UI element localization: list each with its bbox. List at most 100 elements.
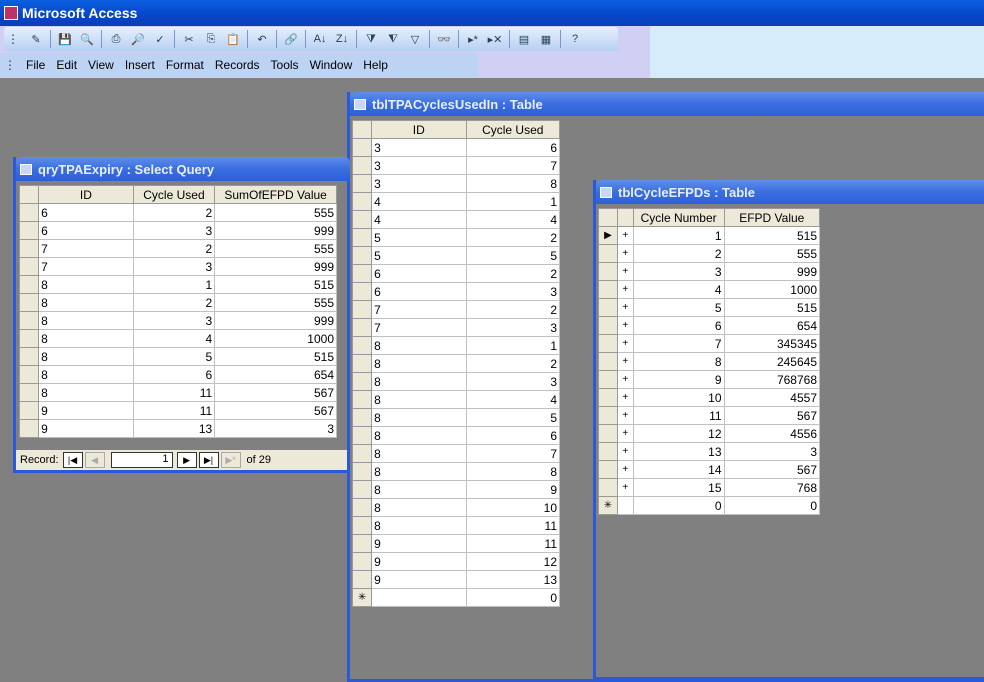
- table-row[interactable]: +12 4556: [598, 424, 821, 443]
- cell[interactable]: 11: [132, 401, 216, 420]
- cell[interactable]: 5: [465, 246, 561, 265]
- row-selector[interactable]: [351, 570, 373, 589]
- row-selector[interactable]: [351, 300, 373, 319]
- row-selector[interactable]: [598, 334, 618, 353]
- select-all[interactable]: [351, 120, 373, 139]
- table-row[interactable]: 82: [351, 354, 561, 373]
- row-selector[interactable]: [351, 372, 373, 391]
- cell[interactable]: 515: [214, 275, 337, 294]
- cell[interactable]: 7: [371, 318, 467, 337]
- table-row[interactable]: 8 5 515: [18, 347, 337, 366]
- cell[interactable]: 8: [38, 293, 134, 312]
- table-row[interactable]: 38: [351, 174, 561, 193]
- cell[interactable]: 6: [371, 282, 467, 301]
- row-selector[interactable]: [18, 293, 40, 312]
- cell[interactable]: 7: [465, 156, 561, 175]
- row-selector[interactable]: [351, 354, 373, 373]
- row-selector[interactable]: [351, 192, 373, 211]
- menu-view[interactable]: View: [88, 58, 114, 72]
- expand-icon[interactable]: +: [616, 424, 634, 443]
- query-window[interactable]: qryTPAExpiry : Select Query ID Cycle Used…: [13, 157, 353, 473]
- cell[interactable]: 555: [214, 293, 337, 312]
- expand-icon[interactable]: +: [616, 370, 634, 389]
- cell[interactable]: 3: [132, 257, 216, 276]
- cell[interactable]: 4: [371, 210, 467, 229]
- table-row[interactable]: 88: [351, 462, 561, 481]
- row-selector[interactable]: [351, 336, 373, 355]
- cell[interactable]: 3: [371, 156, 467, 175]
- expand-icon[interactable]: +: [616, 388, 634, 407]
- cell[interactable]: 11: [465, 516, 561, 535]
- file-search-icon[interactable]: 🔍: [78, 30, 96, 48]
- cell[interactable]: 8: [371, 426, 467, 445]
- table-row[interactable]: 73: [351, 318, 561, 337]
- row-selector[interactable]: [351, 282, 373, 301]
- row-selector[interactable]: [351, 318, 373, 337]
- menu-insert[interactable]: Insert: [125, 58, 155, 72]
- cell[interactable]: 6: [38, 221, 134, 240]
- cell[interactable]: 8: [371, 336, 467, 355]
- column-header[interactable]: Cycle Used: [465, 120, 561, 139]
- cell[interactable]: 8: [38, 347, 134, 366]
- sort-descending-icon[interactable]: Z↓: [333, 30, 351, 48]
- cell[interactable]: 567: [723, 460, 821, 479]
- cell[interactable]: 999: [214, 311, 337, 330]
- menu-file[interactable]: File: [26, 58, 45, 72]
- cell[interactable]: 9: [465, 480, 561, 499]
- cell[interactable]: 8: [371, 372, 467, 391]
- cell[interactable]: 9: [632, 370, 725, 389]
- cell[interactable]: 6: [465, 426, 561, 445]
- filter-by-selection-icon[interactable]: ⧩: [362, 30, 380, 48]
- row-selector[interactable]: [351, 174, 373, 193]
- table-row[interactable]: 8 2 555: [18, 293, 337, 312]
- cell[interactable]: 13: [632, 442, 725, 461]
- row-selector[interactable]: [598, 406, 618, 425]
- cell[interactable]: 2: [132, 203, 216, 222]
- row-selector[interactable]: [351, 156, 373, 175]
- cell[interactable]: 3: [371, 138, 467, 157]
- row-selector[interactable]: [598, 262, 618, 281]
- expand-icon[interactable]: +: [616, 406, 634, 425]
- filter-by-form-icon[interactable]: ⧨: [384, 30, 402, 48]
- row-selector[interactable]: [598, 298, 618, 317]
- cell[interactable]: 9: [38, 419, 134, 438]
- cell[interactable]: 10: [465, 498, 561, 517]
- expand-icon[interactable]: +: [616, 226, 634, 245]
- new-record-row[interactable]: ✳ 0 0: [598, 496, 821, 515]
- cell[interactable]: 8: [38, 383, 134, 402]
- row-selector[interactable]: [18, 347, 40, 366]
- table-row[interactable]: +11 567: [598, 406, 821, 425]
- table-row[interactable]: 9 11 567: [18, 401, 337, 420]
- row-selector[interactable]: [598, 424, 618, 443]
- cell[interactable]: 999: [214, 221, 337, 240]
- cut-icon[interactable]: ✂: [180, 30, 198, 48]
- cell[interactable]: 1000: [723, 280, 821, 299]
- cell[interactable]: 4556: [723, 424, 821, 443]
- cell[interactable]: 6: [632, 316, 725, 335]
- row-selector[interactable]: [351, 228, 373, 247]
- expand-icon[interactable]: +: [616, 280, 634, 299]
- cell[interactable]: 4: [371, 192, 467, 211]
- cell[interactable]: 1: [632, 226, 725, 245]
- cell[interactable]: 12: [632, 424, 725, 443]
- row-selector[interactable]: [598, 316, 618, 335]
- cell[interactable]: 2: [132, 239, 216, 258]
- table-row[interactable]: 85: [351, 408, 561, 427]
- expand-icon[interactable]: +: [616, 442, 634, 461]
- cell[interactable]: 8: [632, 352, 725, 371]
- cycles-used-datasheet[interactable]: ID Cycle Used 3 6 3 7 3 8 4 1 4 4 5 2 5 5 6 2 6 3 7 2 7 3 8 1 8 2 8 3…: [351, 120, 561, 607]
- row-selector[interactable]: [351, 444, 373, 463]
- window-title-bar[interactable]: tblCycleEFPDs : Table: [596, 180, 984, 204]
- menu-records[interactable]: Records: [215, 58, 260, 72]
- cell[interactable]: 5: [371, 228, 467, 247]
- record-number-input[interactable]: 1: [110, 452, 173, 468]
- row-selector[interactable]: ▶: [598, 226, 618, 245]
- menu-tools[interactable]: Tools: [271, 58, 299, 72]
- query-datasheet[interactable]: ID Cycle Used SumOfEFPD Value 6 2 555 6 3 999 7 2 5…: [18, 185, 337, 438]
- cell[interactable]: [371, 588, 467, 607]
- table-row[interactable]: 8 1 515: [18, 275, 337, 294]
- cell[interactable]: 8: [371, 444, 467, 463]
- cell[interactable]: 1: [132, 275, 216, 294]
- cell[interactable]: 2: [465, 264, 561, 283]
- save-icon[interactable]: 💾: [56, 30, 74, 48]
